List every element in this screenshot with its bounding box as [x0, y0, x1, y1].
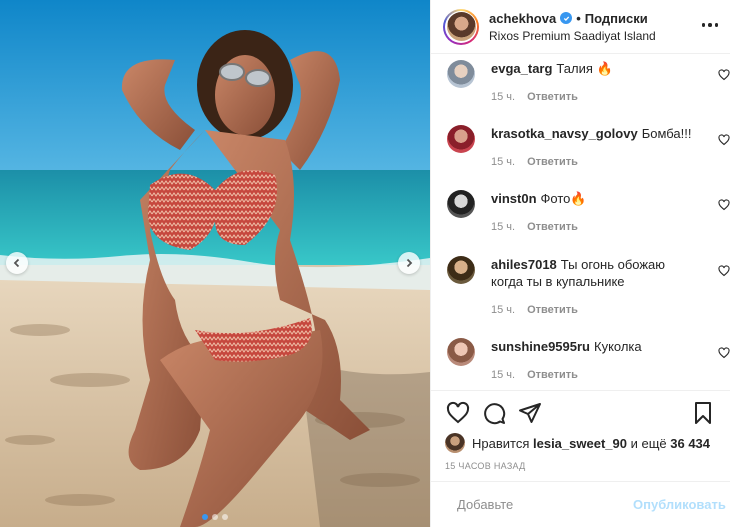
post-container: achekhova • Подписки Rixos Premium Saadi…	[0, 0, 730, 527]
liker-avatar[interactable]	[445, 433, 465, 453]
comment-item: sunshine9595ru Куколка 15 ч. Ответить	[447, 338, 719, 381]
likes-suffix: и ещё	[630, 435, 667, 451]
comment-username[interactable]: evga_targ	[491, 61, 552, 76]
heart-icon[interactable]	[718, 265, 730, 277]
publish-button[interactable]: Опубликовать	[633, 497, 726, 512]
comment-item: vinst0n Фото🔥 15 ч. Ответить	[447, 190, 719, 233]
reply-button[interactable]: Ответить	[527, 369, 578, 381]
reply-button[interactable]: Ответить	[527, 156, 578, 168]
heart-icon[interactable]	[718, 199, 730, 211]
previous-photo-button[interactable]	[6, 252, 28, 274]
comment-item: ahiles7018 Ты огонь обожаю когда ты в куп…	[447, 256, 719, 316]
comment-username[interactable]: vinst0n	[491, 191, 537, 206]
heart-icon[interactable]	[718, 347, 730, 359]
bookmark-icon	[695, 402, 711, 424]
reply-button[interactable]: Ответить	[527, 304, 578, 316]
more-options-button[interactable]	[701, 19, 718, 31]
post-location[interactable]: Rixos Premium Saadiyat Island	[489, 29, 656, 43]
header-separator: •	[576, 10, 581, 26]
post-media[interactable]	[0, 0, 430, 527]
comment-text: Талия 🔥	[556, 61, 613, 76]
commenter-avatar[interactable]	[447, 256, 475, 284]
following-button[interactable]: Подписки	[585, 11, 648, 26]
comment-username[interactable]: ahiles7018	[491, 257, 557, 272]
likes-prefix: Нравится	[472, 435, 530, 451]
liked-by-username[interactable]: lesia_sweet_90	[533, 436, 627, 451]
reply-button[interactable]: Ответить	[527, 221, 578, 233]
comment-item: evga_targ Талия 🔥 15 ч. Ответить	[447, 60, 719, 103]
comments-list[interactable]: evga_targ Талия 🔥 15 ч. Ответить krasotka_…	[431, 54, 730, 390]
likes-summary: Нравится lesia_sweet_90 и ещё 36 434	[445, 431, 716, 455]
comment-icon	[484, 403, 506, 425]
beach-photo	[0, 0, 430, 527]
post-sidebar: achekhova • Подписки Rixos Premium Saadi…	[430, 0, 730, 527]
comment-text: Бомба!!!	[641, 126, 692, 141]
reply-button[interactable]: Ответить	[527, 91, 578, 103]
comment-time[interactable]: 15 ч.	[491, 156, 515, 168]
carousel-dot	[212, 514, 218, 520]
author-avatar-image	[446, 12, 476, 41]
comment-time[interactable]: 15 ч.	[491, 221, 515, 233]
post-header: achekhova • Подписки Rixos Premium Saadi…	[431, 0, 730, 54]
chevron-right-icon	[406, 258, 413, 268]
commenter-avatar[interactable]	[447, 338, 475, 366]
save-button[interactable]	[690, 400, 716, 426]
carousel-dot	[202, 514, 208, 520]
action-bar	[445, 395, 716, 431]
share-icon	[519, 403, 541, 423]
commenter-avatar[interactable]	[447, 125, 475, 153]
verified-icon	[560, 12, 573, 24]
comment-time[interactable]: 15 ч.	[491, 91, 515, 103]
heart-icon[interactable]	[718, 69, 730, 81]
add-comment-bar: Опубликовать	[431, 481, 730, 527]
more-icon	[701, 23, 705, 27]
comment-text: Фото🔥	[540, 191, 587, 206]
comment-time[interactable]: 15 ч.	[491, 369, 515, 381]
heart-icon[interactable]	[718, 134, 730, 146]
comment-username[interactable]: sunshine9595ru	[491, 339, 590, 354]
comment-item: krasotka_navsy_golovy Бомба!!! 15 ч. Ответ…	[447, 125, 719, 168]
comment-input[interactable]	[457, 497, 633, 512]
carousel-dot	[222, 514, 228, 520]
post-timestamp[interactable]: 15 часов назад	[445, 461, 716, 471]
post-actions: Нравится lesia_sweet_90 и ещё 36 434 15 …	[431, 390, 730, 471]
chevron-left-icon	[13, 258, 20, 268]
carousel-indicator	[0, 514, 430, 520]
comment-button[interactable]	[481, 400, 507, 426]
next-photo-button[interactable]	[398, 252, 420, 274]
commenter-avatar[interactable]	[447, 190, 475, 218]
heart-icon	[446, 401, 470, 424]
like-button[interactable]	[445, 400, 471, 426]
author-avatar[interactable]	[443, 8, 479, 45]
author-username[interactable]: achekhova	[489, 11, 556, 26]
share-button[interactable]	[517, 400, 543, 426]
commenter-avatar[interactable]	[447, 60, 475, 88]
comment-username[interactable]: krasotka_navsy_golovy	[491, 126, 638, 141]
comment-time[interactable]: 15 ч.	[491, 304, 515, 316]
comment-text: Куколка	[594, 339, 642, 354]
likes-count[interactable]: 36 434	[670, 436, 710, 451]
